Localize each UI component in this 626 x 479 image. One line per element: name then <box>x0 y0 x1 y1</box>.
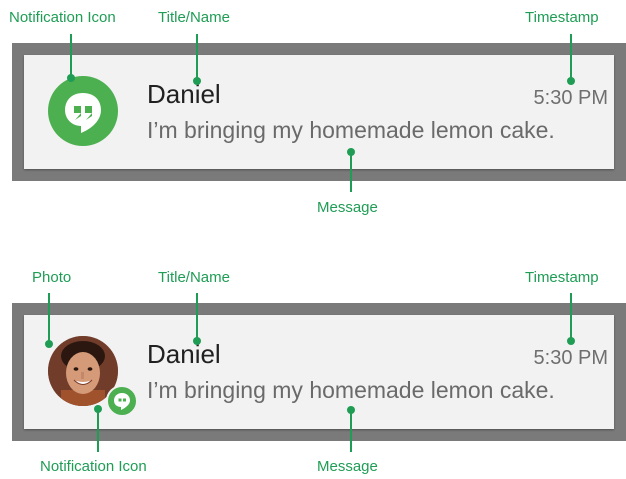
notification-timestamp: 5:30 PM <box>533 347 608 369</box>
leader-dot <box>567 77 575 85</box>
notification-message: I’m bringing my homemade lemon cake. <box>147 377 555 403</box>
notification-timestamp: 5:30 PM <box>533 87 608 109</box>
leader-dot <box>193 337 201 345</box>
notification-icon <box>48 76 118 146</box>
label-title-name-bottom: Title/Name <box>158 269 230 286</box>
quote-icon <box>114 393 130 410</box>
leader-line <box>196 293 198 340</box>
leader-line <box>97 409 99 452</box>
quote-icon <box>65 93 101 133</box>
label-notification-icon-bottom: Notification Icon <box>40 458 147 475</box>
notification-card: Daniel 5:30 PM I’m bringing my homemade … <box>24 55 614 169</box>
label-message-top: Message <box>317 199 378 216</box>
leader-line <box>70 34 72 76</box>
notification-icon-small <box>106 385 138 417</box>
leader-dot <box>567 337 575 345</box>
leader-line <box>196 34 198 80</box>
notification-frame-top: Daniel 5:30 PM I’m bringing my homemade … <box>12 43 626 181</box>
label-title-name-top: Title/Name <box>158 9 230 26</box>
notification-title: Daniel <box>147 79 221 109</box>
notification-frame-bottom: Daniel 5:30 PM I’m bringing my homemade … <box>12 303 626 441</box>
leader-dot <box>45 340 53 348</box>
label-timestamp-bottom: Timestamp <box>525 269 599 286</box>
leader-line <box>350 410 352 452</box>
leader-line <box>570 293 572 340</box>
notification-card: Daniel 5:30 PM I’m bringing my homemade … <box>24 315 614 429</box>
leader-dot <box>193 77 201 85</box>
leader-dot <box>67 74 75 82</box>
label-photo: Photo <box>32 269 72 286</box>
notification-title: Daniel <box>147 339 221 369</box>
notification-message: I’m bringing my homemade lemon cake. <box>147 117 555 143</box>
label-timestamp-top: Timestamp <box>525 9 599 26</box>
label-notification-icon-top: Notification Icon <box>9 9 116 26</box>
leader-line <box>570 34 572 80</box>
label-message-bottom: Message <box>317 458 378 475</box>
leader-line <box>350 152 352 192</box>
leader-line <box>48 293 50 343</box>
